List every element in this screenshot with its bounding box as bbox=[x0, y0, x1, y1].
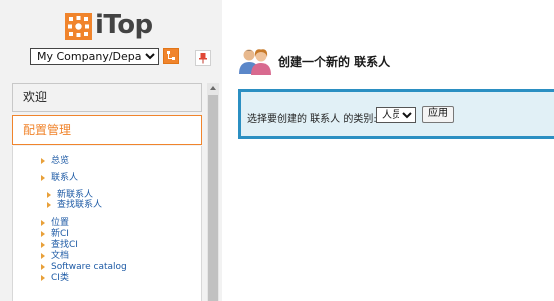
menu-item-software-catalog[interactable]: Software catalog bbox=[41, 262, 127, 272]
menu-item-search-ci[interactable]: 查找CI bbox=[41, 240, 78, 250]
class-select-label: 选择要创建的 联系人 的类别: bbox=[247, 114, 377, 125]
menu-item-documents[interactable]: 文档 bbox=[41, 251, 69, 261]
menu-item-new-contact[interactable]: 新联系人 bbox=[47, 190, 93, 200]
sidebar-scrollbar[interactable] bbox=[207, 83, 219, 301]
menu-group-config-management[interactable]: 配置管理 bbox=[12, 115, 202, 145]
itop-logo[interactable]: iTop bbox=[65, 10, 153, 43]
left-sidebar: iTop My Company/Department 欢迎 配置管理 总览 联系… bbox=[0, 0, 222, 301]
apply-button[interactable]: 应用 bbox=[422, 106, 454, 123]
menu-item-search-contacts[interactable]: 查找联系人 bbox=[47, 200, 102, 210]
menu-item-overview[interactable]: 总览 bbox=[41, 156, 69, 166]
page-title: 创建一个新的 联系人 bbox=[278, 55, 391, 69]
navigation-menu: 欢迎 配置管理 总览 联系人 新联系人 查找联系人 位置 新CI 查找CI 文档… bbox=[12, 83, 202, 301]
contact-class-select[interactable]: 人员 bbox=[376, 107, 416, 123]
organization-select[interactable]: My Company/Department bbox=[30, 48, 159, 65]
menu-item-new-ci[interactable]: 新CI bbox=[41, 229, 69, 239]
menu-item-contacts[interactable]: 联系人 bbox=[41, 173, 78, 183]
itop-logo-icon bbox=[65, 13, 92, 40]
menu-item-ci-classes[interactable]: CI类 bbox=[41, 273, 69, 283]
main-content: 创建一个新的 联系人 选择要创建的 联系人 的类别: 人员 应用 bbox=[222, 0, 554, 301]
menu-group-welcome[interactable]: 欢迎 bbox=[12, 83, 202, 112]
menu-item-locations[interactable]: 位置 bbox=[41, 218, 69, 228]
scroll-up-arrow-icon[interactable] bbox=[210, 86, 216, 90]
create-form-panel: 选择要创建的 联系人 的类别: 人员 应用 bbox=[238, 89, 554, 139]
scrollbar-thumb[interactable] bbox=[208, 95, 218, 301]
org-tree-button[interactable] bbox=[163, 48, 179, 64]
contacts-icon bbox=[239, 49, 271, 75]
pin-menu-button[interactable] bbox=[195, 50, 211, 66]
org-tree-icon bbox=[167, 51, 175, 60]
logo-text: iTop bbox=[95, 10, 153, 40]
config-management-submenu: 总览 联系人 新联系人 查找联系人 位置 新CI 查找CI 文档 Softwar… bbox=[12, 146, 202, 301]
pin-icon bbox=[199, 53, 207, 64]
